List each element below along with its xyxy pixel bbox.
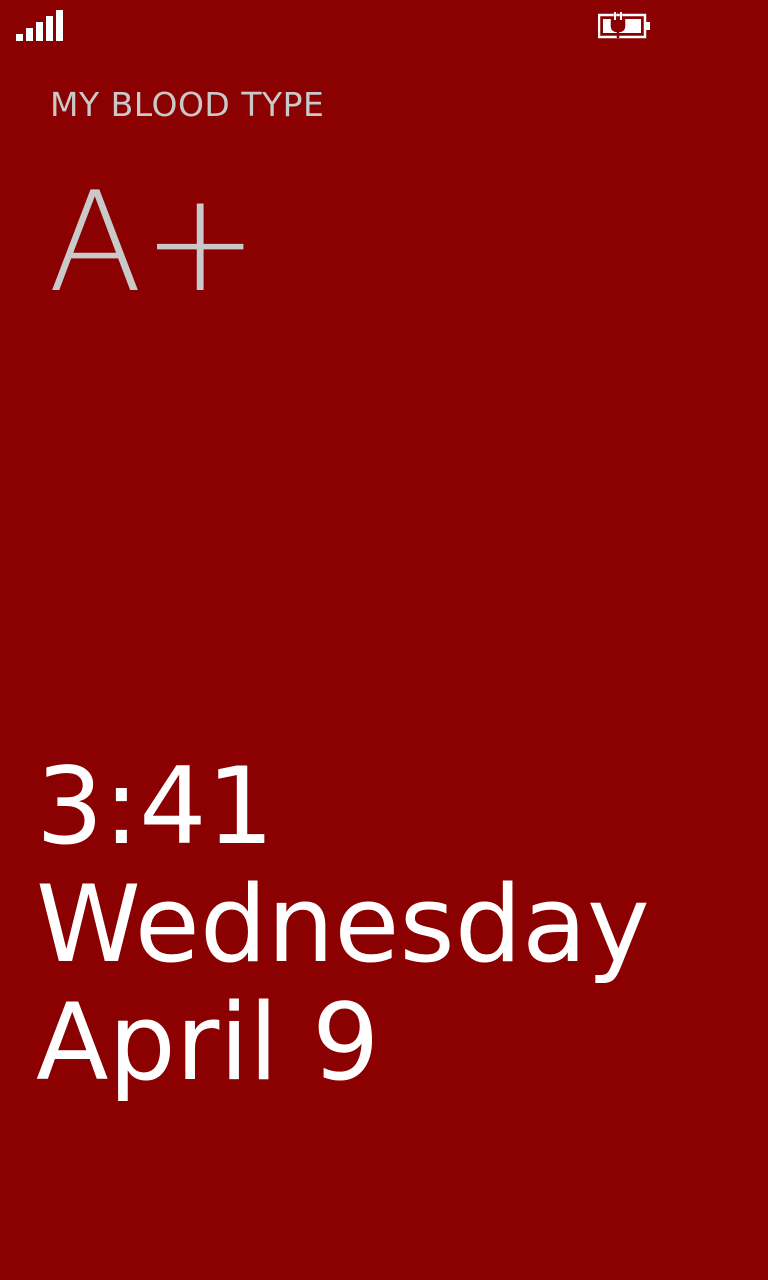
blood-type-heading: MY BLOOD TYPE: [50, 85, 325, 124]
clock-and-date: 3:41 Wednesday April 9: [36, 748, 650, 1102]
battery-charging-icon: [598, 12, 650, 39]
lock-screen: MY BLOOD TYPE A+ 3:41 Wednesday April 9: [0, 0, 768, 1280]
signal-strength-icon: [16, 10, 63, 41]
date-display: April 9: [36, 981, 380, 1104]
blood-type-value: A+: [48, 162, 259, 323]
time-display: 3:41: [36, 745, 275, 868]
day-display: Wednesday: [36, 863, 650, 986]
